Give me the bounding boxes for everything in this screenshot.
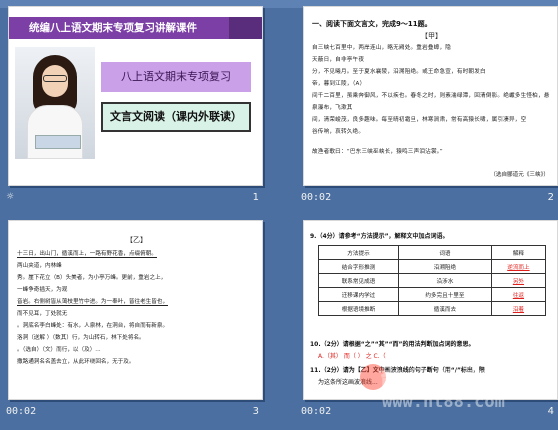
table-cell: 联系常见成语 (318, 273, 399, 288)
question-9: 9.（4分）请参考“方法提示”，解释文中加点词语。 (310, 233, 449, 240)
slide-number: 2 (547, 192, 554, 203)
slide-1-subtitle: 八上语文期末专项复习 (101, 62, 251, 92)
table-cell: 循溪而去 (397, 301, 492, 316)
slide-timing: 00:02 (301, 192, 332, 203)
table-cell: 沿涉水 (397, 273, 492, 288)
passage-line: 分，不见曦月。至于夏水襄陵，沿溯阻绝。或王命急宣，有时朝发白 (312, 69, 486, 75)
passage-line: 谷传响，哀转久绝。 (312, 129, 365, 135)
passage-line: 间，清荣峻茂，良多趣味。每至晴初霜旦，林寒涧肃，常有高猿长啸，属引凄异，空 (312, 117, 527, 123)
slide-thumbnail-2[interactable]: 一、阅读下面文言文，完成9～11题。 【甲】 自三峡七百里中，两岸连山，略无阙处… (295, 0, 558, 210)
question-10-options: A.（其） 而（ ） 之 C.（ (318, 353, 386, 360)
slide-1-canvas: 统编八上语文期末专项复习讲解课件 八上语文期末专项复习 文言文阅读（课内外联读） (8, 6, 263, 186)
question-heading: 一、阅读下面文言文，完成9～11题。 (312, 20, 432, 28)
table-cell: 沿溯阻绝 (397, 259, 492, 274)
slide-thumbnail-4[interactable]: 9.（4分）请参考“方法提示”，解释文中加点词语。 方法提示 词语 解释 结合字… (295, 214, 558, 424)
slide-number: 1 (252, 192, 259, 203)
table-cell: 结合字形推测 (318, 259, 399, 274)
answer-cell: 沿着 (490, 301, 547, 316)
slide-1-topic: 文言文阅读（课内外联读） (101, 102, 251, 132)
slide-1-footer: ☼ 1 (6, 192, 261, 206)
passage-citation: （选自郦道元《三峡》） (490, 172, 549, 178)
table-row: 结合字形推测 沿溯阻绝 逆流而上 (318, 259, 547, 274)
table-cell: 迁移课内学过 (318, 287, 399, 302)
photo-glasses (43, 75, 67, 82)
method-table: 方法提示 词语 解释 结合字形推测 沿溯阻绝 逆流而上 联系常见成语 沿涉水 另… (318, 245, 547, 316)
photo-body (27, 105, 83, 159)
passage-line: 秀。崖下花立（B）头美者，为小亭万峰。更前，重岩之上， (17, 275, 167, 281)
slide-2-footer: 00:02 2 (301, 192, 556, 206)
column-header: 方法提示 (318, 245, 399, 260)
column-header: 词语 (397, 245, 492, 260)
slide-number: 3 (252, 406, 259, 417)
passage-line: 间千二百里，虽乘奔御风，不以疾也。春冬之时，则素湍绿潭，回清倒影。绝巘多生怪柏，… (312, 93, 550, 99)
passage-line: 撒路通洞名名盖去立，从此环绕回名，无于及。 (17, 359, 135, 365)
slide-timing: 00:02 (301, 406, 332, 417)
passage-line: 。洞底名李白峰处：有水，人泉林，在洞台，将自而有新泉。 (17, 323, 169, 329)
passage-tag: 【甲】 (421, 32, 442, 40)
passage-tag: 【乙】 (126, 236, 147, 244)
question-11-cont: 为这条所这画波浪线... (318, 379, 378, 386)
table-cell: 根据语境推断 (318, 301, 399, 316)
slide-4-canvas: 9.（4分）请参考“方法提示”，解释文中加点词语。 方法提示 词语 解释 结合字… (303, 220, 558, 400)
answer-cell: 逆流而上 (490, 259, 547, 274)
slide-3-footer: 00:02 3 (6, 406, 261, 420)
passage-line: 。（选自）（文）而行，以（及）... (17, 347, 101, 353)
photo-book (35, 135, 81, 149)
table-row: 联系常见成语 沿涉水 另外 (318, 273, 547, 288)
passage-line: 两山夹道，内林峰 (17, 263, 62, 269)
transition-icon[interactable]: ☼ (6, 192, 14, 202)
slide-1-title: 统编八上语文期末专项复习讲解课件 (9, 17, 229, 39)
table-header-row: 方法提示 词语 解释 (318, 245, 547, 260)
slide-2-canvas: 一、阅读下面文言文，完成9～11题。 【甲】 自三峡七百里中，两岸连山，略无阙处… (303, 6, 558, 186)
table-row: 迁移课内学过 约多完且十里至 往返 (318, 287, 547, 302)
question-11: 11.（2分）请为【乙】文中画波浪线的句子断句（用“/”标出，限 (310, 367, 485, 374)
slide-timing: 00:02 (6, 406, 37, 417)
passage-line: 天蔽日，自非亭午夜 (312, 57, 365, 63)
slide-thumbnail-1[interactable]: 统编八上语文期末专项复习讲解课件 八上语文期末专项复习 文言文阅读（课内外联读）… (0, 0, 265, 210)
passage-line: 帝，暮到江陵，（A） (312, 81, 366, 87)
slide-number: 4 (547, 406, 554, 417)
column-header: 解释 (490, 245, 547, 260)
answer-cell: 另外 (490, 273, 547, 288)
passage-line: 洛洞（送解 ）（数其）行，为山转石，林下处将名。 (17, 335, 145, 341)
answer-cell: 往返 (490, 287, 547, 302)
passage-line: 而不见耳，丁处就无 (17, 311, 68, 317)
slide-3-canvas: 【乙】 十三日，出山门，循溪而上，一路有野花香，点缀俯朝。 两山夹道，内林峰 秀… (8, 220, 263, 400)
table-cell: 约多完且十里至 (397, 287, 492, 302)
passage-line: 一峰争奇插天，为观 (17, 287, 68, 293)
passage-line: 十三日，出山门，循溪而上，一路有野花香，点缀俯朝。 (17, 251, 157, 258)
question-10: 10.（2分）请根据“之”“其”“而”的用法判断加点词的意思。 (310, 341, 475, 348)
passage-line: 泉瀑布，飞漱其 (312, 105, 353, 111)
title-accent-bar (229, 17, 262, 39)
slide-thumbnail-3[interactable]: 【乙】 十三日，出山门，循溪而上，一路有野花香，点缀俯朝。 两山夹道，内林峰 秀… (0, 214, 265, 424)
table-row: 根据语境推断 循溪而去 沿着 (318, 301, 547, 316)
passage-line: 自三峡七百里中，两岸连山，略无阙处。重岩叠嶂，隐 (312, 45, 452, 51)
student-photo (15, 47, 95, 159)
passage-line: 音岩。右侧树皆从蔼枝里竹中进。为一奉叶，皆往老生皆也， (17, 299, 169, 306)
slide-4-footer: 00:02 4 (301, 406, 556, 420)
passage-line: 故渔者歌曰：“巴东三峡巫峡长，猿鸣三声泪沾裳。” (312, 149, 443, 155)
